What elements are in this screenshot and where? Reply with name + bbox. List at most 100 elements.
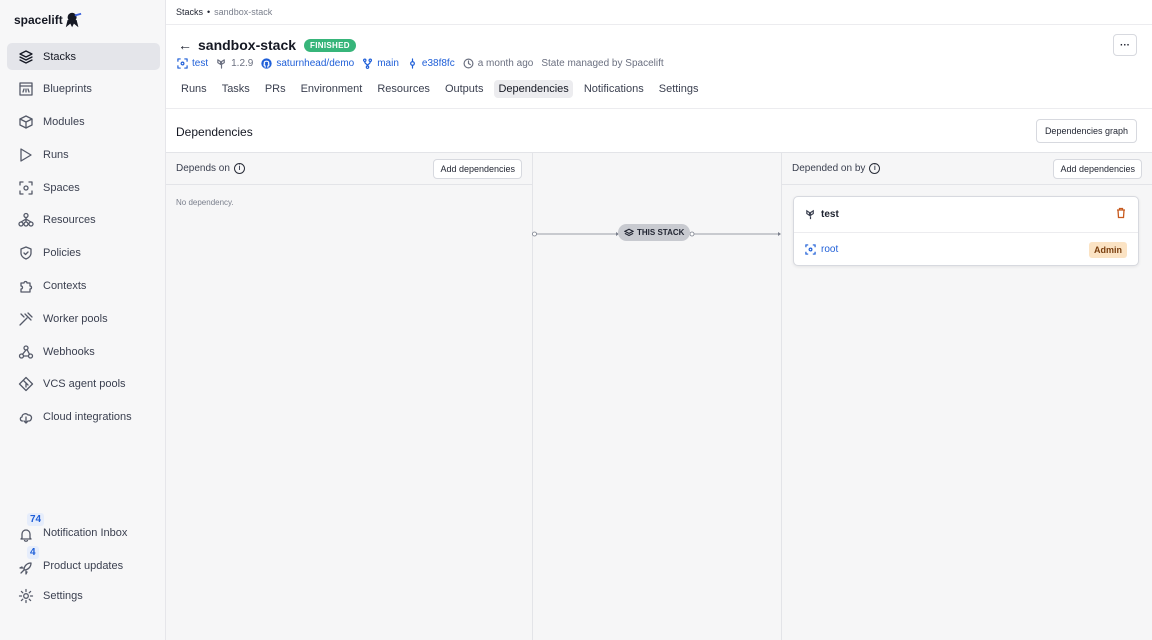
meta-space-link[interactable]: test bbox=[177, 58, 208, 69]
section-title: Dependencies bbox=[176, 125, 253, 139]
tab-outputs[interactable]: Outputs bbox=[441, 80, 488, 98]
sidebar-item-label: Runs bbox=[43, 148, 69, 161]
sidebar-item-worker-pools[interactable]: Worker pools bbox=[7, 305, 160, 332]
depends-on-title: Depends on i bbox=[176, 163, 245, 174]
status-badge: FINISHED bbox=[304, 38, 356, 52]
shield-icon bbox=[18, 245, 34, 261]
page-title-row: ← sandbox-stack FINISHED bbox=[178, 37, 356, 53]
info-icon[interactable]: i bbox=[869, 163, 881, 174]
meta-state: State managed by Spacelift bbox=[541, 58, 664, 69]
trash-icon[interactable] bbox=[1115, 207, 1127, 222]
add-dependencies-button[interactable]: Add dependencies bbox=[1053, 158, 1142, 179]
more-actions-button[interactable]: ··· bbox=[1113, 34, 1137, 56]
updates-count-badge: 4 bbox=[27, 546, 39, 559]
main-content: Stacks • sandbox-stack ← sandbox-stack F… bbox=[166, 0, 1152, 640]
rocket-icon bbox=[18, 560, 34, 576]
sidebar-bottom-nav: 74 Notification Inbox 4 Product updates … bbox=[7, 513, 160, 614]
sidebar-item-label: Blueprints bbox=[43, 83, 92, 96]
dependencies-graph-button[interactable]: Dependencies graph bbox=[1035, 119, 1137, 143]
sidebar-nav: Stacks Blueprints Modules Runs Spaces Re… bbox=[7, 43, 160, 437]
add-dependencies-button[interactable]: Add dependencies bbox=[433, 158, 522, 179]
breadcrumb-stacks-link[interactable]: Stacks bbox=[176, 7, 203, 17]
depended-on-by-column: Depended on by i Add dependencies test r… bbox=[781, 153, 1152, 640]
meta-updated: a month ago bbox=[463, 58, 534, 69]
dependent-stack-card: test root Admin bbox=[793, 196, 1139, 266]
dependencies-canvas: Depends on i Add dependencies No depende… bbox=[166, 152, 1152, 640]
sidebar-item-spaces[interactable]: Spaces bbox=[7, 174, 160, 201]
sidebar-item-label: Webhooks bbox=[43, 345, 95, 358]
meta-commit-link[interactable]: e38f8fc bbox=[407, 58, 455, 69]
clock-icon bbox=[463, 58, 474, 69]
sidebar-item-label: Stacks bbox=[43, 50, 77, 63]
card-space-label: root bbox=[821, 244, 839, 255]
spaces-icon bbox=[18, 180, 34, 196]
info-icon[interactable]: i bbox=[233, 163, 245, 174]
sidebar-item-stacks[interactable]: Stacks bbox=[7, 43, 160, 70]
card-header: test bbox=[794, 197, 1138, 233]
spaces-icon bbox=[177, 58, 188, 69]
tab-notifications[interactable]: Notifications bbox=[580, 80, 648, 98]
settings-nav[interactable]: Settings bbox=[7, 581, 160, 611]
gear-icon bbox=[18, 588, 34, 604]
meta-version: 1.2.9 bbox=[216, 58, 253, 69]
spaces-icon bbox=[805, 244, 816, 255]
branch-icon bbox=[363, 58, 373, 69]
sidebar-item-vcs-agent-pools[interactable]: VCS agent pools bbox=[7, 371, 160, 398]
flow-center: THIS STACK bbox=[532, 224, 784, 244]
sidebar-item-blueprints[interactable]: Blueprints bbox=[7, 76, 160, 103]
ellipsis-icon: ··· bbox=[1120, 39, 1130, 51]
sidebar-item-label: VCS agent pools bbox=[43, 378, 126, 391]
meta-version-label: 1.2.9 bbox=[231, 58, 254, 69]
card-space-link[interactable]: root bbox=[805, 244, 838, 255]
card-title[interactable]: test bbox=[805, 209, 839, 220]
cloud-icon bbox=[18, 409, 34, 425]
sidebar-item-webhooks[interactable]: Webhooks bbox=[7, 338, 160, 365]
meta-space-label: test bbox=[192, 58, 209, 69]
sidebar-item-modules[interactable]: Modules bbox=[7, 109, 160, 136]
sidebar-item-cloud-integrations[interactable]: Cloud integrations bbox=[7, 404, 160, 431]
vcs-icon bbox=[18, 376, 34, 392]
sidebar-item-label: Worker pools bbox=[43, 312, 108, 325]
notification-inbox[interactable]: 74 Notification Inbox bbox=[7, 513, 160, 545]
meta-repo-link[interactable]: saturnhead/demo bbox=[261, 58, 354, 69]
sidebar-item-label: Resources bbox=[43, 214, 96, 227]
spacelift-logo[interactable]: spacelift bbox=[14, 10, 82, 30]
tools-icon bbox=[18, 311, 34, 327]
meta-repo-label: saturnhead/demo bbox=[276, 58, 355, 69]
card-space-row: root Admin bbox=[794, 233, 1138, 266]
stack-tabs: Runs Tasks PRs Environment Resources Outputs D… bbox=[177, 80, 709, 98]
github-icon bbox=[261, 58, 273, 69]
tab-resources[interactable]: Resources bbox=[373, 80, 434, 98]
sidebar-item-contexts[interactable]: Contexts bbox=[7, 273, 160, 300]
cube-icon bbox=[18, 114, 34, 130]
breadcrumb-separator: • bbox=[207, 7, 211, 17]
bell-icon bbox=[18, 527, 34, 543]
breadcrumb-current: sandbox-stack bbox=[214, 7, 273, 17]
tab-tasks[interactable]: Tasks bbox=[218, 80, 254, 98]
depends-on-title-text: Depends on bbox=[176, 163, 230, 174]
tab-dependencies[interactable]: Dependencies bbox=[494, 80, 573, 98]
product-updates[interactable]: 4 Product updates bbox=[7, 546, 160, 578]
play-icon bbox=[18, 147, 34, 163]
stack-meta: test 1.2.9 saturnhead/demo main e38f8fc … bbox=[177, 58, 672, 69]
sidebar-item-runs[interactable]: Runs bbox=[7, 141, 160, 168]
meta-branch-link[interactable]: main bbox=[362, 58, 399, 69]
layers-icon bbox=[624, 228, 634, 236]
puzzle-icon bbox=[18, 278, 34, 294]
sidebar-item-resources[interactable]: Resources bbox=[7, 207, 160, 234]
notification-count-badge: 74 bbox=[27, 513, 45, 526]
tab-settings[interactable]: Settings bbox=[655, 80, 703, 98]
sidebar-item-label: Cloud integrations bbox=[43, 411, 132, 424]
tab-prs[interactable]: PRs bbox=[261, 80, 290, 98]
meta-updated-label: a month ago bbox=[477, 58, 534, 69]
sidebar-item-label: Spaces bbox=[43, 181, 80, 194]
back-arrow-icon[interactable]: ← bbox=[178, 37, 192, 53]
sidebar-item-policies[interactable]: Policies bbox=[7, 240, 160, 267]
blueprint-icon bbox=[18, 81, 34, 97]
tab-runs[interactable]: Runs bbox=[177, 80, 211, 98]
layers-icon bbox=[18, 49, 34, 65]
depended-on-by-header: Depended on by i Add dependencies bbox=[782, 153, 1152, 185]
empty-state-text: No dependency. bbox=[176, 198, 234, 207]
terraform-icon bbox=[806, 209, 814, 220]
tab-environment[interactable]: Environment bbox=[297, 80, 367, 98]
